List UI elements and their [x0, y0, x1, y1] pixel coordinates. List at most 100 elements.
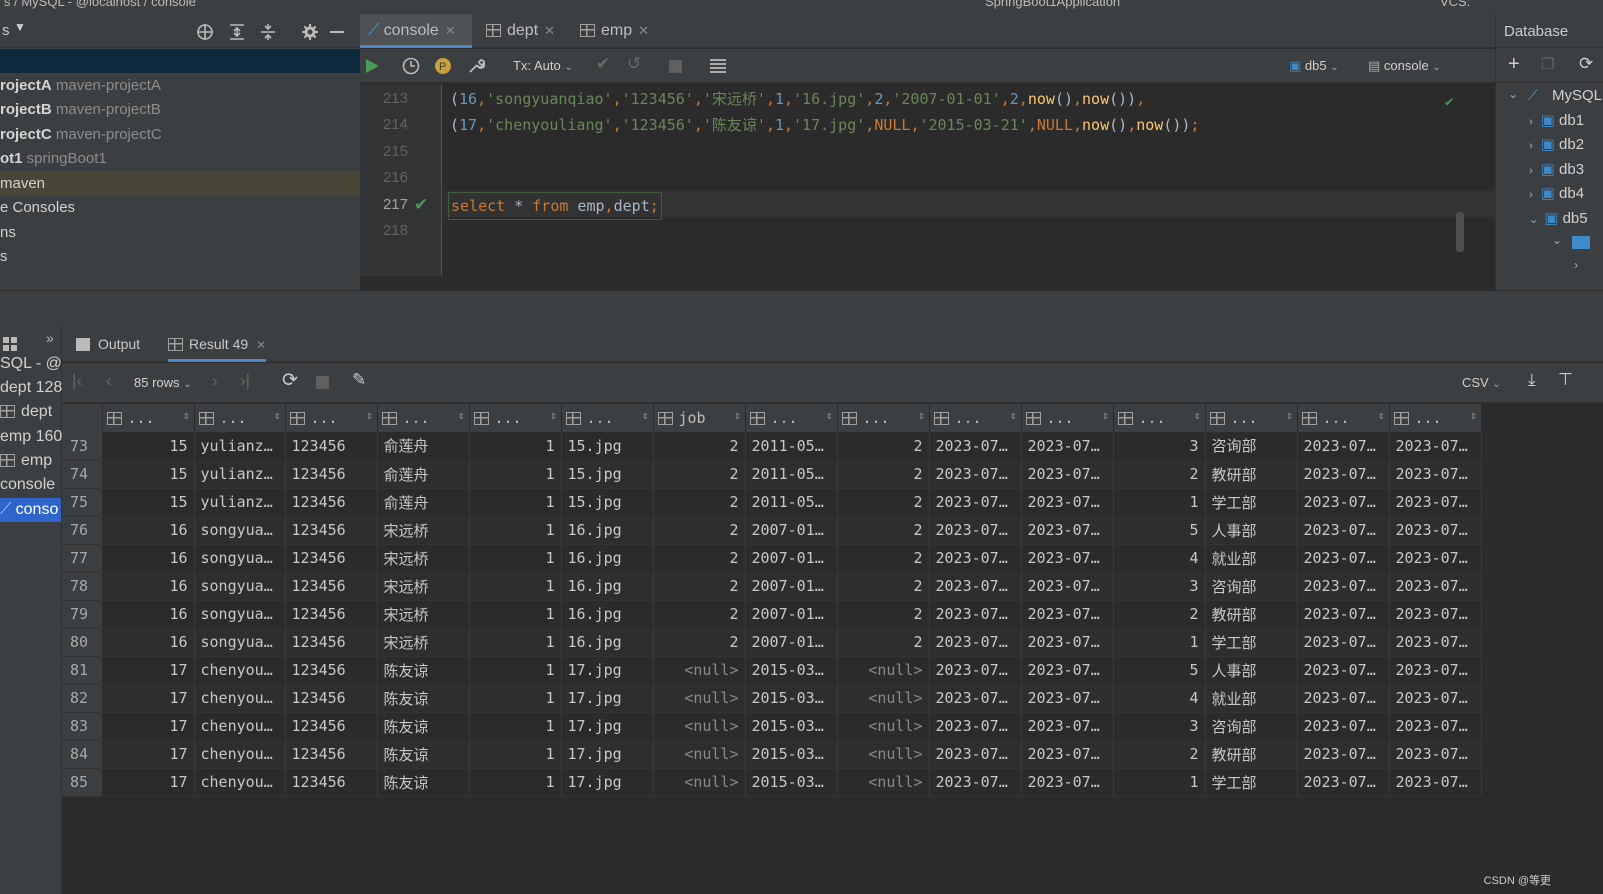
- table-cell[interactable]: 陈友谅: [377, 684, 470, 713]
- chevron-down-icon[interactable]: ▼: [14, 20, 26, 34]
- table-cell[interactable]: songyua…: [194, 628, 286, 657]
- table-cell[interactable]: 16: [102, 544, 195, 573]
- table-row[interactable]: 85 17 chenyou… 123456 陈友谅 1 17.jpg <null> 2015-0…: [62, 768, 1482, 797]
- table-cell[interactable]: 2023-07…: [1021, 460, 1114, 489]
- table-row[interactable]: 84 17 chenyou… 123456 陈友谅 1 17.jpg <null> 2015-0…: [62, 740, 1482, 769]
- pin-icon[interactable]: ✎: [352, 370, 366, 390]
- table-cell[interactable]: 2: [837, 460, 930, 489]
- table-cell[interactable]: 15.jpg: [561, 432, 654, 461]
- table-row[interactable]: 76 16 songyua… 123456 宋远桥 1 16.jpg 2 2007-01… 2 20…: [62, 516, 1482, 545]
- column-header[interactable]: ... ⇕: [1113, 404, 1206, 432]
- table-cell[interactable]: 2023-07…: [1389, 432, 1482, 461]
- schema-db1[interactable]: › ▣ db1: [1529, 111, 1584, 129]
- tab-output[interactable]: Output: [76, 326, 140, 362]
- stop-icon[interactable]: [316, 376, 329, 389]
- table-cell[interactable]: 1: [469, 768, 562, 797]
- table-cell[interactable]: yulianz…: [194, 488, 286, 517]
- table-cell[interactable]: 2011-05…: [745, 488, 838, 517]
- table-cell[interactable]: 15: [102, 432, 195, 461]
- table-cell[interactable]: 2023-07…: [1389, 516, 1482, 545]
- table-cell-null[interactable]: <null>: [653, 656, 746, 685]
- table-cell[interactable]: 1: [469, 684, 562, 713]
- table-cell[interactable]: 4: [1113, 684, 1206, 713]
- gear-icon[interactable]: [301, 23, 319, 41]
- sort-icon[interactable]: ⇕: [734, 409, 741, 422]
- table-cell[interactable]: 5: [1113, 516, 1206, 545]
- table-cell[interactable]: 2: [653, 460, 746, 489]
- table-cell[interactable]: 2: [1113, 460, 1206, 489]
- table-cell[interactable]: 2023-07…: [929, 768, 1022, 797]
- table-cell[interactable]: 123456: [285, 460, 378, 489]
- table-cell[interactable]: 3: [1113, 432, 1206, 461]
- table-cell[interactable]: songyua…: [194, 572, 286, 601]
- table-cell[interactable]: 2023-07…: [1297, 768, 1390, 797]
- table-cell[interactable]: yulianz…: [194, 460, 286, 489]
- table-cell[interactable]: 2023-07…: [929, 712, 1022, 741]
- table-cell[interactable]: 3: [1113, 712, 1206, 741]
- minimize-icon[interactable]: [330, 31, 344, 33]
- table-cell[interactable]: 2023-07…: [1297, 656, 1390, 685]
- table-cell[interactable]: 2: [1113, 740, 1206, 769]
- table-cell[interactable]: 2023-07…: [929, 656, 1022, 685]
- filter-icon[interactable]: ⊤: [1558, 370, 1573, 390]
- sort-icon[interactable]: ⇕: [366, 409, 373, 422]
- table-cell[interactable]: 2023-07…: [1021, 516, 1114, 545]
- table-cell[interactable]: 15: [102, 460, 195, 489]
- table-cell[interactable]: 2023-07…: [1021, 656, 1114, 685]
- close-icon[interactable]: ✕: [544, 23, 555, 38]
- table-cell[interactable]: 2: [837, 600, 930, 629]
- table-cell[interactable]: 2023-07…: [1297, 488, 1390, 517]
- table-cell[interactable]: 2023-07…: [1297, 740, 1390, 769]
- tab-emp[interactable]: emp ✕: [574, 14, 664, 48]
- column-header[interactable]: ... ⇕: [745, 404, 838, 432]
- table-cell[interactable]: 16: [102, 600, 195, 629]
- table-cell[interactable]: 2023-07…: [1021, 572, 1114, 601]
- previous-page-icon[interactable]: ‹: [106, 371, 112, 391]
- sort-icon[interactable]: ⇕: [1194, 409, 1201, 422]
- chevron-right-icon[interactable]: ›: [1574, 258, 1578, 272]
- table-cell[interactable]: 1: [1113, 768, 1206, 797]
- sort-icon[interactable]: ⇕: [274, 409, 281, 422]
- code-area[interactable]: (16,'songyuanqiao','123456','宋远桥',1,'16.…: [443, 84, 1495, 276]
- table-cell[interactable]: 2015-03…: [745, 684, 838, 713]
- tab-result-49[interactable]: Result 49 ✕: [168, 326, 267, 362]
- table-cell-null[interactable]: <null>: [653, 712, 746, 741]
- vertical-scrollbar[interactable]: [1456, 212, 1464, 252]
- table-cell[interactable]: 2011-05…: [745, 460, 838, 489]
- table-cell[interactable]: 2023-07…: [1297, 544, 1390, 573]
- table-cell[interactable]: songyua…: [194, 600, 286, 629]
- folder-icon[interactable]: [1572, 236, 1590, 249]
- session-selector[interactable]: ▤ console ⌄: [1368, 55, 1441, 77]
- sort-icon[interactable]: ⇕: [1102, 409, 1109, 422]
- column-header[interactable]: ... ⇕: [377, 404, 470, 432]
- panel-divider[interactable]: [0, 290, 1603, 326]
- table-cell[interactable]: 17: [102, 656, 195, 685]
- datasource-mysql[interactable]: MySQL: [1552, 87, 1602, 104]
- table-cell[interactable]: 人事部: [1205, 656, 1298, 685]
- table-cell[interactable]: songyua…: [194, 544, 286, 573]
- table-cell[interactable]: 17: [102, 740, 195, 769]
- tree-item-scratches-consoles[interactable]: e Consoles: [0, 195, 75, 220]
- table-cell[interactable]: 2023-07…: [1389, 488, 1482, 517]
- sort-icon[interactable]: ⇕: [458, 409, 465, 422]
- table-cell[interactable]: 教研部: [1205, 600, 1298, 629]
- column-header[interactable]: ... ⇕: [837, 404, 930, 432]
- next-page-icon[interactable]: ›: [212, 371, 218, 391]
- table-cell-null[interactable]: <null>: [653, 684, 746, 713]
- column-header[interactable]: job ⇕: [653, 404, 746, 432]
- table-cell[interactable]: 1: [469, 712, 562, 741]
- table-cell[interactable]: 2007-01…: [745, 544, 838, 573]
- table-cell[interactable]: 16: [102, 572, 195, 601]
- breadcrumb[interactable]: s / MySQL - @localhost / console: [4, 0, 196, 9]
- table-cell[interactable]: 16.jpg: [561, 544, 654, 573]
- table-cell[interactable]: 2: [837, 432, 930, 461]
- table-cell[interactable]: 2023-07…: [929, 684, 1022, 713]
- table-cell[interactable]: 宋远桥: [377, 628, 470, 657]
- column-header[interactable]: ... ⇕: [1021, 404, 1114, 432]
- table-cell[interactable]: 1: [469, 572, 562, 601]
- table-cell[interactable]: chenyou…: [194, 740, 286, 769]
- selected-tree-row[interactable]: [0, 49, 360, 73]
- table-cell[interactable]: 宋远桥: [377, 516, 470, 545]
- tree-item-projectA[interactable]: rojectA maven-projectA: [0, 73, 161, 98]
- table-cell[interactable]: 2015-03…: [745, 656, 838, 685]
